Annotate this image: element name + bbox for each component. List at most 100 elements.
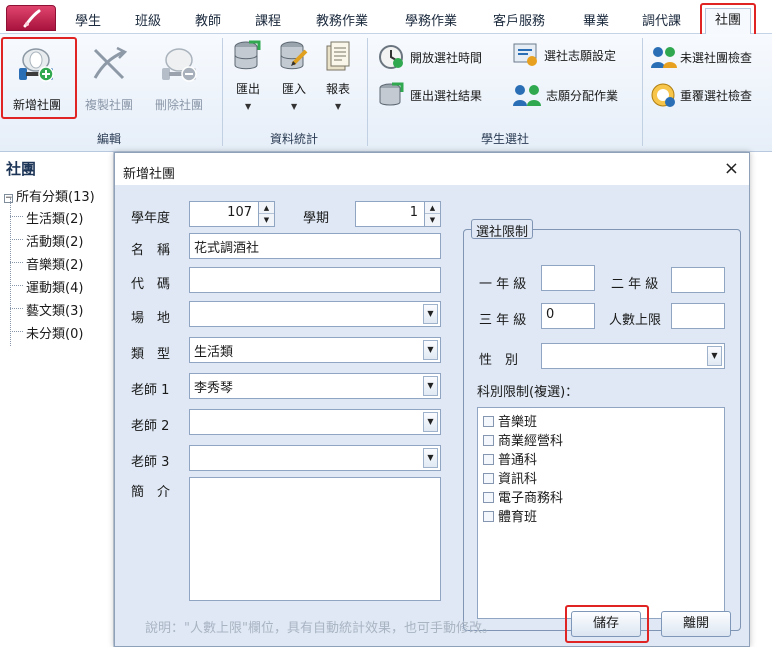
department-option[interactable]: 體育班 [483, 506, 537, 525]
tree-root-all-categories[interactable]: − 所有分類(13) [4, 186, 95, 205]
highlight-box-add-club [1, 37, 77, 119]
chevron-down-icon[interactable]: ▼ [707, 346, 722, 366]
department-limit-label: 科別限制(複選)： [477, 385, 579, 400]
clock-icon [379, 45, 403, 69]
teacher3-label: 老師 3 [131, 455, 170, 470]
copy-club-button[interactable]: 複製社團 [76, 38, 142, 118]
ribbon-tab-bar: 學生 班級 教師 課程 教務作業 學務作業 客戶服務 畢業 調代課 社團 [0, 0, 772, 39]
tab-academic[interactable]: 教務作業 [316, 10, 368, 30]
department-option[interactable]: 普通科 [483, 449, 537, 468]
tree-item-sports[interactable]: 運動類(4) [26, 277, 83, 296]
spin-up-icon[interactable]: ▲ [259, 202, 274, 214]
venue-select[interactable]: ▼ [189, 301, 441, 327]
import-dropdown-arrow-icon: ▼ [291, 102, 298, 111]
tree-connector [10, 331, 23, 332]
name-label: 名 稱 [131, 243, 171, 258]
selection-limits-title: 選社限制 [471, 219, 534, 240]
spin-down-icon[interactable]: ▼ [259, 214, 274, 226]
tree-item-arts[interactable]: 藝文類(3) [26, 300, 83, 319]
checkbox[interactable] [483, 473, 494, 484]
dialog-title: 新增社團 [123, 167, 176, 182]
report-button[interactable]: 報表 ▼ [318, 40, 358, 120]
open-selection-time-button[interactable]: 開放選社時間 [378, 44, 503, 70]
intro-textarea[interactable] [189, 477, 441, 601]
chevron-down-icon[interactable]: ▼ [423, 376, 438, 396]
tab-student[interactable]: 學生 [75, 10, 101, 30]
tree-item-activity[interactable]: 活動類(2) [26, 231, 83, 250]
teacher1-value: 李秀琴 [194, 381, 234, 396]
capacity-input[interactable] [671, 303, 725, 329]
tab-student-affairs[interactable]: 學務作業 [405, 10, 457, 30]
unselected-club-check-button[interactable]: 未選社團檢查 [650, 44, 770, 70]
export-selection-result-label: 匯出選社結果 [410, 89, 483, 103]
report-dropdown-arrow-icon: ▼ [335, 102, 342, 111]
export-database-icon [234, 40, 261, 70]
department-option-label: 商業經營科 [498, 434, 564, 449]
people-check-icon [651, 47, 677, 68]
club-category-panel: 社團 − 所有分類(13) 生活類(2) 活動類(2) 音樂類(2) 運動類(4)… [0, 152, 114, 647]
ribbon-separator [222, 38, 223, 146]
tree-item-music[interactable]: 音樂類(2) [26, 254, 83, 273]
type-select[interactable]: 生活類 ▼ [189, 337, 441, 363]
import-button[interactable]: 匯入 ▼ [274, 40, 314, 120]
department-option[interactable]: 電子商務科 [483, 487, 563, 506]
tab-teacher[interactable]: 教師 [195, 10, 221, 30]
export-selection-result-button[interactable]: 匯出選社結果 [378, 82, 503, 108]
school-year-spin[interactable]: ▲ ▼ [258, 202, 274, 226]
grade1-input[interactable] [541, 265, 595, 291]
preference-assignment-label: 志願分配作業 [546, 89, 619, 103]
semester-stepper[interactable]: 1 ▲ ▼ [355, 201, 441, 227]
collapse-icon[interactable]: − [4, 194, 13, 203]
highlight-box-save [565, 605, 649, 643]
ribbon-panel: 新增社團 複製社團 刪除社團 編輯 匯出 ▼ 匯入 ▼ 報表 ▼ 資料統計 開放… [0, 34, 772, 152]
club-name-input[interactable]: 花式調酒社 [189, 233, 441, 259]
panel-title: 社團 [6, 160, 37, 178]
duplicate-selection-check-button[interactable]: 重覆選社檢查 [650, 82, 770, 108]
close-icon[interactable]: × [724, 158, 739, 179]
checkbox[interactable] [483, 454, 494, 465]
preference-setting-button[interactable]: 選社志願設定 [512, 42, 637, 68]
checkbox[interactable] [483, 435, 494, 446]
leave-button[interactable]: 離開 [661, 611, 731, 637]
department-option[interactable]: 商業經營科 [483, 430, 564, 449]
spin-down-icon[interactable]: ▼ [425, 214, 440, 226]
preference-setting-label: 選社志願設定 [544, 49, 617, 63]
tab-course[interactable]: 課程 [255, 10, 281, 30]
duplicate-selection-check-label: 重覆選社檢查 [680, 89, 753, 103]
export-button[interactable]: 匯出 ▼ [228, 40, 268, 120]
club-code-input[interactable] [189, 267, 441, 293]
spin-up-icon[interactable]: ▲ [425, 202, 440, 214]
tree-connector [10, 262, 23, 263]
chevron-down-icon[interactable]: ▼ [423, 340, 438, 360]
teacher3-select[interactable]: ▼ [189, 445, 441, 471]
chevron-down-icon[interactable]: ▼ [423, 304, 438, 324]
teacher1-label: 老師 1 [131, 383, 170, 398]
chevron-down-icon[interactable]: ▼ [423, 412, 438, 432]
department-option[interactable]: 資訊科 [483, 468, 537, 487]
open-selection-time-label: 開放選社時間 [410, 51, 483, 65]
tab-customer-service[interactable]: 客戶服務 [493, 10, 545, 30]
tab-graduation[interactable]: 畢業 [583, 10, 609, 30]
tree-item-uncategorized[interactable]: 未分類(0) [26, 323, 83, 342]
grade2-input[interactable] [671, 267, 725, 293]
school-year-stepper[interactable]: 107 ▲ ▼ [189, 201, 275, 227]
teacher2-select[interactable]: ▼ [189, 409, 441, 435]
chevron-down-icon[interactable]: ▼ [423, 448, 438, 468]
tree-item-life[interactable]: 生活類(2) [26, 208, 83, 227]
delete-club-button[interactable]: 刪除社團 [146, 38, 212, 118]
app-menu-button[interactable] [6, 5, 56, 31]
tab-class[interactable]: 班級 [135, 10, 161, 30]
teacher1-select[interactable]: 李秀琴 ▼ [189, 373, 441, 399]
gender-select[interactable]: ▼ [541, 343, 725, 369]
preference-assignment-button[interactable]: 志願分配作業 [512, 82, 637, 108]
semester-spin[interactable]: ▲ ▼ [424, 202, 440, 226]
department-option[interactable]: 音樂班 [483, 411, 537, 430]
tab-substitute[interactable]: 調代課 [642, 10, 681, 30]
checkbox[interactable] [483, 492, 494, 503]
tree-connector [10, 239, 23, 240]
checkbox[interactable] [483, 416, 494, 427]
checkbox[interactable] [483, 511, 494, 522]
grade3-input[interactable]: 0 [541, 303, 595, 329]
semester-label: 學期 [303, 211, 330, 226]
people-assignment-icon [513, 85, 541, 106]
